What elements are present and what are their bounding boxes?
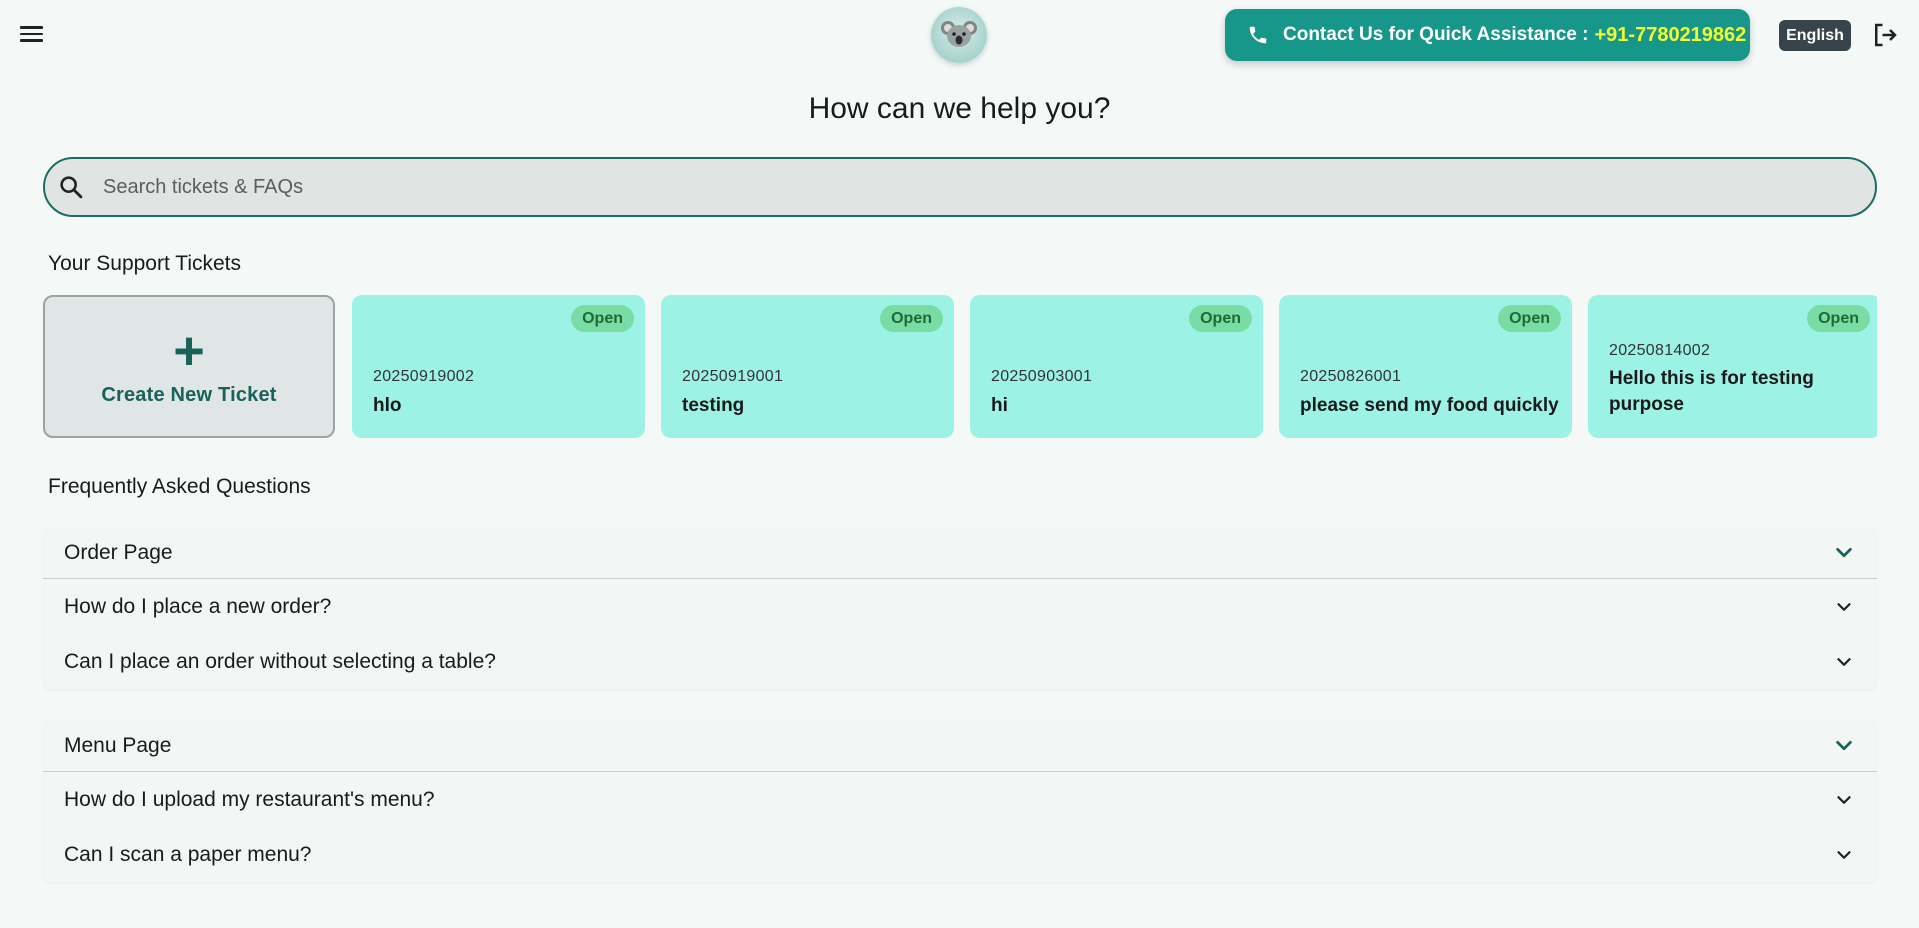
- faq-group-menu-page: Menu Page How do I upload my restaurant'…: [43, 720, 1877, 882]
- top-header: Contact Us for Quick Assistance : +91-77…: [0, 0, 1919, 70]
- chevron-down-icon: [1837, 795, 1851, 804]
- status-badge: Open: [1189, 305, 1252, 332]
- ticket-subject: please send my food quickly: [1300, 395, 1559, 416]
- faq-question-text: How do I upload my restaurant's menu?: [64, 787, 435, 811]
- search-icon: [60, 176, 83, 199]
- logout-icon[interactable]: [1870, 20, 1900, 50]
- koala-logo-icon: [931, 7, 987, 63]
- ticket-subject: hlo: [373, 395, 402, 416]
- contact-number: +91-7780219862: [1594, 23, 1747, 46]
- ticket-card[interactable]: Open 20250903001 hi: [970, 295, 1263, 438]
- ticket-card[interactable]: Open 20250919001 testing: [661, 295, 954, 438]
- ticket-card[interactable]: Open 20250814002 Hello this is for testi…: [1588, 295, 1877, 438]
- status-badge: Open: [1498, 305, 1561, 332]
- phone-icon: [1249, 26, 1267, 44]
- ticket-card[interactable]: Open 20250919002 hlo: [352, 295, 645, 438]
- faq-group-order-page: Order Page How do I place a new order? C…: [43, 527, 1877, 689]
- language-selector[interactable]: English: [1779, 20, 1851, 51]
- ticket-subject: hi: [991, 395, 1008, 416]
- chevron-down-icon: [1837, 602, 1851, 611]
- faq-category-title: Menu Page: [64, 733, 172, 757]
- faq-question[interactable]: Can I scan a paper menu?: [43, 827, 1877, 882]
- chevron-down-icon: [1836, 740, 1852, 750]
- faq-category-header[interactable]: Menu Page: [43, 720, 1877, 772]
- help-page: Contact Us for Quick Assistance : +91-77…: [0, 0, 1919, 928]
- ticket-id: 20250814002: [1609, 342, 1711, 359]
- tickets-row: + Create New Ticket Open 20250919002 hlo…: [43, 295, 1877, 440]
- plus-icon: +: [173, 321, 205, 381]
- contact-assistance-button[interactable]: Contact Us for Quick Assistance : +91-77…: [1225, 9, 1750, 61]
- create-ticket-label: Create New Ticket: [101, 384, 277, 406]
- ticket-subject: testing: [682, 395, 745, 416]
- faq-category-header[interactable]: Order Page: [43, 527, 1877, 579]
- ticket-subject: Hello this is for testing purpose: [1609, 368, 1814, 415]
- hamburger-menu-icon[interactable]: [20, 22, 50, 48]
- ticket-id: 20250826001: [1300, 368, 1402, 385]
- chevron-down-icon: [1837, 850, 1851, 859]
- faq-question[interactable]: How do I place a new order?: [43, 579, 1877, 634]
- search-input[interactable]: [103, 159, 1875, 215]
- page-title: How can we help you?: [808, 92, 1111, 125]
- create-ticket-button[interactable]: + Create New Ticket: [43, 295, 335, 438]
- tickets-section-title: Your Support Tickets: [48, 252, 241, 275]
- faq-category-title: Order Page: [64, 540, 173, 564]
- ticket-card[interactable]: Open 20250826001 please send my food qui…: [1279, 295, 1572, 438]
- faq-section-title: Frequently Asked Questions: [48, 475, 311, 498]
- faq-question-text: Can I place an order without selecting a…: [64, 649, 496, 673]
- faq-question-text: How do I place a new order?: [64, 594, 332, 618]
- ticket-id: 20250903001: [991, 368, 1093, 385]
- contact-label: Contact Us for Quick Assistance :: [1283, 24, 1589, 45]
- chevron-down-icon: [1837, 657, 1851, 666]
- status-badge: Open: [571, 305, 634, 332]
- status-badge: Open: [1807, 305, 1870, 332]
- search-bar: [43, 157, 1877, 217]
- faq-question[interactable]: Can I place an order without selecting a…: [43, 634, 1877, 689]
- faq-question[interactable]: How do I upload my restaurant's menu?: [43, 772, 1877, 827]
- ticket-id: 20250919002: [373, 368, 475, 385]
- ticket-id: 20250919001: [682, 368, 784, 385]
- faq-question-text: Can I scan a paper menu?: [64, 842, 312, 866]
- status-badge: Open: [880, 305, 943, 332]
- chevron-down-icon: [1836, 547, 1852, 557]
